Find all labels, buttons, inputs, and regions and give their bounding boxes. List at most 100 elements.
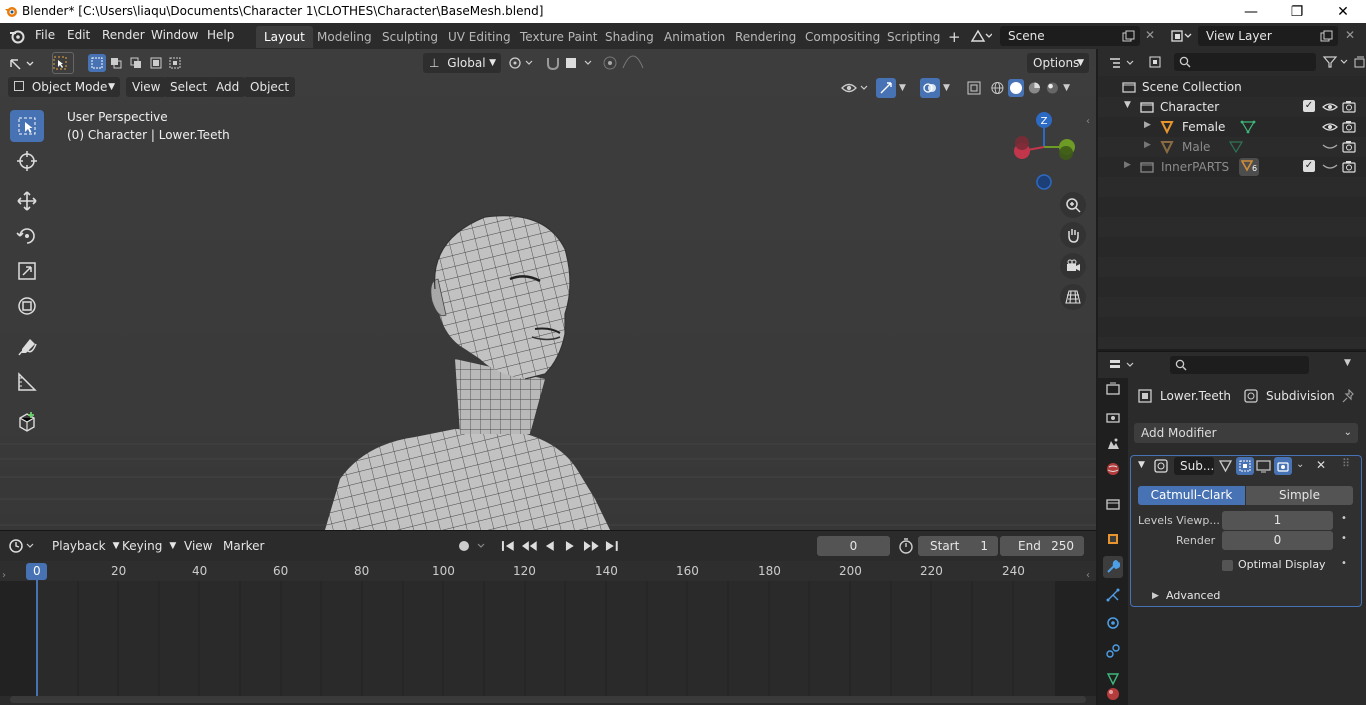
outliner-row-female[interactable]: ▶ Female xyxy=(1098,117,1366,137)
tool-select-box[interactable] xyxy=(10,110,44,142)
timeline-sidebar-toggle-icon[interactable]: ‹ xyxy=(1086,570,1090,581)
pivot-point-dropdown[interactable] xyxy=(508,53,542,73)
catmull-clark-button[interactable]: Catmull-Clark xyxy=(1138,486,1245,505)
view-layer-name-field[interactable]: View Layer xyxy=(1198,26,1338,46)
viewport-menu-view[interactable]: View xyxy=(126,77,167,97)
mode-dropdown[interactable]: Object Mode ▼ xyxy=(8,77,120,97)
delete-view-layer-icon[interactable]: ✕ xyxy=(1345,28,1355,42)
navigation-gizmo[interactable]: Z xyxy=(1008,109,1084,195)
minimize-button[interactable]: — xyxy=(1228,0,1274,23)
view-layer-browse-button[interactable] xyxy=(1170,26,1198,46)
tool-cursor[interactable] xyxy=(10,145,44,177)
character-mesh[interactable] xyxy=(320,209,620,530)
tab-constraints[interactable] xyxy=(1103,640,1123,662)
new-collection-icon[interactable] xyxy=(1354,55,1366,69)
tool-measure[interactable] xyxy=(10,366,44,398)
outliner-row-male[interactable]: ▶ Male xyxy=(1098,137,1366,157)
expand-arrow-icon[interactable]: ▶ xyxy=(1144,140,1151,150)
select-extend-button[interactable] xyxy=(108,54,126,72)
tab-scripting[interactable]: Scripting xyxy=(879,26,948,48)
jump-start-icon[interactable] xyxy=(500,539,517,553)
tab-uv-editing[interactable]: UV Editing xyxy=(440,26,519,48)
checkbox-checked-icon[interactable]: ✓ xyxy=(1303,100,1315,112)
panel-collapse-arrow-icon[interactable]: ▼ xyxy=(1138,460,1145,470)
pin-icon[interactable] xyxy=(1342,389,1356,403)
play-icon[interactable] xyxy=(562,539,579,553)
tab-modeling[interactable]: Modeling xyxy=(309,26,380,48)
render-levels-field[interactable]: 0 xyxy=(1222,531,1333,550)
play-reverse-icon[interactable] xyxy=(541,539,558,553)
tab-material[interactable] xyxy=(1103,683,1123,705)
tab-shading[interactable]: Shading xyxy=(597,26,662,48)
render-camera-icon[interactable] xyxy=(1342,120,1356,133)
edit-mode-cage-icon[interactable] xyxy=(1218,459,1233,473)
timeline-menu-marker[interactable]: Marker xyxy=(217,536,270,556)
tab-physics[interactable] xyxy=(1103,612,1123,634)
outliner-editor-type-button[interactable] xyxy=(1108,54,1140,72)
tab-texture-paint[interactable]: Texture Paint xyxy=(512,26,605,48)
viewport-menu-select[interactable]: Select xyxy=(164,77,214,97)
realtime-display-icon[interactable] xyxy=(1256,459,1271,473)
properties-editor-type-button[interactable] xyxy=(1108,356,1140,374)
tool-transform[interactable] xyxy=(10,290,44,322)
rendered-shading-icon[interactable] xyxy=(1045,80,1060,96)
menu-edit[interactable]: Edit xyxy=(67,28,90,42)
keyframe-dot-icon[interactable]: • xyxy=(1341,513,1347,524)
snap-target-icon[interactable] xyxy=(561,55,597,71)
optimal-display-checkbox[interactable] xyxy=(1222,560,1233,571)
tab-scene[interactable] xyxy=(1103,433,1123,455)
select-intersect-button[interactable] xyxy=(166,54,184,72)
render-camera-icon[interactable] xyxy=(1342,140,1356,153)
edit-mode-toggle[interactable] xyxy=(1236,457,1254,475)
add-workspace-button[interactable]: + xyxy=(940,26,969,48)
filter-icon[interactable] xyxy=(1322,55,1354,69)
tab-object[interactable] xyxy=(1103,528,1123,550)
tab-tool[interactable] xyxy=(1103,378,1123,400)
falloff-curve-icon[interactable] xyxy=(620,55,646,71)
options-dropdown[interactable]: Options ▼ xyxy=(1027,53,1089,73)
tool-move[interactable] xyxy=(10,185,44,217)
menu-render[interactable]: Render xyxy=(102,28,145,42)
timeline-menu-playback[interactable]: Playback ▼ xyxy=(46,536,124,556)
tab-rendering[interactable]: Rendering xyxy=(727,26,804,48)
maximize-button[interactable]: ❐ xyxy=(1274,0,1320,23)
3d-viewport[interactable]: ⊥ Global ▼ Options ▼ Object Mode ▼ View … xyxy=(0,49,1096,530)
scene-name-field[interactable]: Scene xyxy=(1000,26,1140,46)
expand-arrow-icon[interactable]: ▶ xyxy=(1124,160,1131,170)
tab-world[interactable] xyxy=(1103,458,1123,480)
tab-collection[interactable] xyxy=(1103,493,1123,515)
select-invert-button[interactable] xyxy=(147,54,165,72)
wireframe-shading-icon[interactable] xyxy=(990,80,1005,96)
timeline-channels-toggle-icon[interactable]: › xyxy=(2,570,6,581)
editor-type-button[interactable] xyxy=(8,54,40,74)
children-badge[interactable]: 6 xyxy=(1239,158,1259,176)
modifier-name-field[interactable]: Sub... xyxy=(1174,457,1214,475)
gizmo-toggle[interactable]: ▼ xyxy=(876,78,912,98)
prev-keyframe-icon[interactable] xyxy=(521,539,538,553)
zoom-button[interactable] xyxy=(1060,192,1086,218)
material-shading-icon[interactable] xyxy=(1027,80,1042,96)
jump-end-icon[interactable] xyxy=(603,539,620,553)
expand-arrow-icon[interactable]: ▶ xyxy=(1144,120,1151,130)
scene-browse-button[interactable] xyxy=(970,26,998,46)
blender-menu-icon[interactable] xyxy=(9,28,25,44)
tab-compositing[interactable]: Compositing xyxy=(797,26,888,48)
timeline-menu-keying[interactable]: Keying ▼ xyxy=(116,536,180,556)
snap-magnet-icon[interactable] xyxy=(545,55,561,71)
xray-toggle[interactable] xyxy=(966,78,986,98)
display-mode-dropdown[interactable] xyxy=(1148,52,1172,72)
camera-view-button[interactable] xyxy=(1060,253,1086,279)
advanced-subpanel-label[interactable]: Advanced xyxy=(1166,589,1220,602)
duplicate-view-layer-icon[interactable] xyxy=(1320,30,1333,43)
expand-arrow-icon[interactable]: ▼ xyxy=(1124,100,1131,110)
outliner-row-character[interactable]: ▼ Character ✓ xyxy=(1098,97,1366,117)
viewport-menu-add[interactable]: Add xyxy=(210,77,246,97)
tab-modifiers[interactable] xyxy=(1103,556,1123,578)
next-keyframe-icon[interactable] xyxy=(583,539,600,553)
outliner-search-field[interactable] xyxy=(1174,53,1316,71)
auto-keying-toggle[interactable] xyxy=(454,536,494,556)
tab-sculpting[interactable]: Sculpting xyxy=(374,26,446,48)
solid-shading-icon[interactable] xyxy=(1007,79,1025,97)
timeline-track-area[interactable] xyxy=(0,581,1096,696)
frame-ruler[interactable]: 0 20 40 60 80 100 120 140 160 180 200 22… xyxy=(0,561,1096,581)
